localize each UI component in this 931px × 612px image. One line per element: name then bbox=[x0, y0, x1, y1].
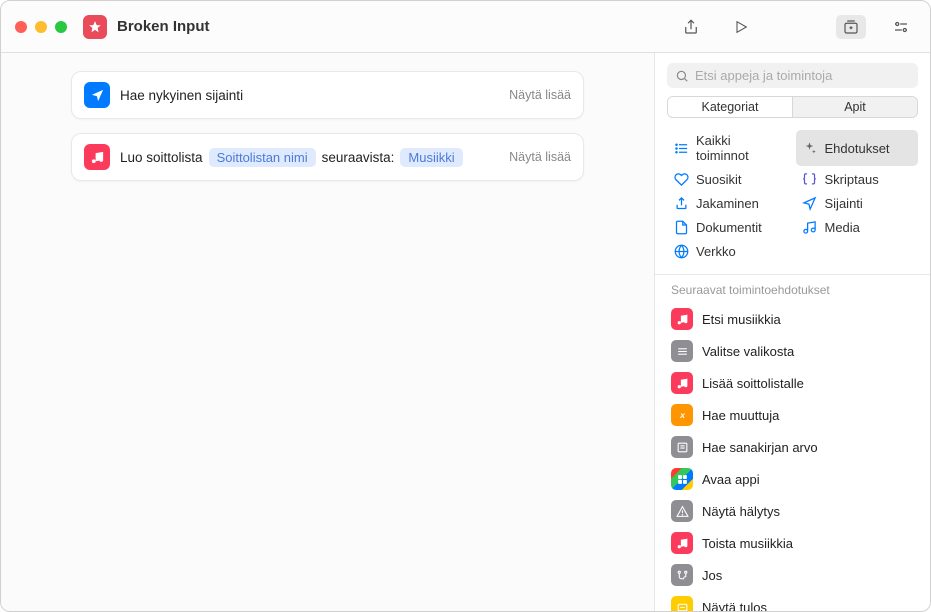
share-icon[interactable] bbox=[676, 15, 706, 39]
suggestion-lisää-soittolistalle[interactable]: Lisää soittolistalle bbox=[665, 367, 920, 399]
suggestion-etsi-musiikkia[interactable]: Etsi musiikkia bbox=[665, 303, 920, 335]
tab-apps[interactable]: Apit bbox=[793, 97, 917, 117]
heart-icon bbox=[673, 171, 689, 187]
suggestion-avaa-appi[interactable]: Avaa appi bbox=[665, 463, 920, 495]
action-connector: seuraavista: bbox=[322, 150, 395, 165]
library-toggle-icon[interactable] bbox=[836, 15, 866, 39]
search-input[interactable] bbox=[667, 63, 918, 88]
action-title: Hae nykyinen sijainti bbox=[120, 88, 243, 103]
suggestions-header: Seuraavat toimintoehdotukset bbox=[655, 283, 930, 303]
result-icon bbox=[671, 596, 693, 611]
category-dokumentit[interactable]: Dokumentit bbox=[667, 216, 790, 238]
category-label: Sijainti bbox=[825, 196, 863, 211]
category-label: Skriptaus bbox=[825, 172, 879, 187]
titlebar: Broken Input bbox=[1, 1, 930, 53]
apps-icon bbox=[671, 468, 693, 490]
category-label: Ehdotukset bbox=[825, 141, 890, 156]
category-label: Verkko bbox=[696, 244, 736, 259]
category-skriptaus[interactable]: Skriptaus bbox=[796, 168, 919, 190]
action-title: Luo soittolista bbox=[120, 150, 203, 165]
action-label: Luo soittolista Soittolistan nimi seuraa… bbox=[120, 148, 463, 167]
location-icon bbox=[802, 195, 818, 211]
suggestion-hae-sanakirjan-arvo[interactable]: Hae sanakirjan arvo bbox=[665, 431, 920, 463]
editor-canvas[interactable]: Hae nykyinen sijainti Näytä lisää Luo so… bbox=[1, 53, 655, 611]
suggestion-label: Hae sanakirjan arvo bbox=[702, 440, 818, 455]
category-label: Jakaminen bbox=[696, 196, 759, 211]
music-icon bbox=[84, 144, 110, 170]
shortcut-icon bbox=[83, 15, 107, 39]
suggestion-toista-musiikkia[interactable]: Toista musiikkia bbox=[665, 527, 920, 559]
action-get-current-location[interactable]: Hae nykyinen sijainti Näytä lisää bbox=[71, 71, 584, 119]
category-media[interactable]: Media bbox=[796, 216, 919, 238]
app-window: Broken Input Hae ny bbox=[0, 0, 931, 612]
maximize-window[interactable] bbox=[55, 21, 67, 33]
category-sijainti[interactable]: Sijainti bbox=[796, 192, 919, 214]
location-icon bbox=[84, 82, 110, 108]
segmented-control: Kategoriat Apit bbox=[667, 96, 918, 118]
web-icon bbox=[673, 243, 689, 259]
music-icon bbox=[671, 308, 693, 330]
music-icon bbox=[671, 532, 693, 554]
category-jakaminen[interactable]: Jakaminen bbox=[667, 192, 790, 214]
var-icon: x bbox=[671, 404, 693, 426]
music-icon bbox=[671, 372, 693, 394]
suggestion-label: Avaa appi bbox=[702, 472, 760, 487]
category-label: Suosikit bbox=[696, 172, 742, 187]
doc-icon bbox=[673, 219, 689, 235]
categories-grid: Kaikki toiminnot Ehdotukset Suosikit Skript… bbox=[655, 128, 930, 272]
divider bbox=[655, 274, 930, 275]
close-window[interactable] bbox=[15, 21, 27, 33]
category-suosikit[interactable]: Suosikit bbox=[667, 168, 790, 190]
suggestion-näytä-tulos[interactable]: Näytä tulos bbox=[665, 591, 920, 611]
window-title: Broken Input bbox=[117, 18, 210, 35]
category-label: Dokumentit bbox=[696, 220, 762, 235]
minimize-window[interactable] bbox=[35, 21, 47, 33]
category-label: Kaikki toiminnot bbox=[696, 133, 784, 163]
traffic-lights bbox=[15, 21, 67, 33]
category-kaikki-toiminnot[interactable]: Kaikki toiminnot bbox=[667, 130, 790, 166]
suggestion-näytä-hälytys[interactable]: Näytä hälytys bbox=[665, 495, 920, 527]
media-icon bbox=[802, 219, 818, 235]
run-icon[interactable] bbox=[726, 15, 756, 39]
suggestions-list: Etsi musiikkia Valitse valikosta Lisää soi… bbox=[655, 303, 930, 611]
category-label: Media bbox=[825, 220, 860, 235]
body: Hae nykyinen sijainti Näytä lisää Luo so… bbox=[1, 53, 930, 611]
category-verkko[interactable]: Verkko bbox=[667, 240, 790, 262]
menu-icon bbox=[671, 340, 693, 362]
suggestion-label: Näytä hälytys bbox=[702, 504, 780, 519]
suggestion-jos[interactable]: Jos bbox=[665, 559, 920, 591]
action-label: Hae nykyinen sijainti bbox=[120, 88, 243, 103]
branch-icon bbox=[671, 564, 693, 586]
tab-categories[interactable]: Kategoriat bbox=[668, 97, 793, 117]
alert-icon bbox=[671, 500, 693, 522]
action-create-playlist[interactable]: Luo soittolista Soittolistan nimi seuraa… bbox=[71, 133, 584, 181]
suggestion-label: Hae muuttuja bbox=[702, 408, 779, 423]
svg-text:x: x bbox=[679, 410, 686, 420]
suggestion-hae-muuttuja[interactable]: x Hae muuttuja bbox=[665, 399, 920, 431]
script-icon bbox=[802, 171, 818, 187]
show-more-button[interactable]: Näytä lisää bbox=[509, 88, 571, 102]
token-music[interactable]: Musiikki bbox=[400, 148, 462, 167]
actions-sidebar: Kategoriat Apit Kaikki toiminnot Ehdotuks… bbox=[655, 53, 930, 611]
suggestion-label: Etsi musiikkia bbox=[702, 312, 781, 327]
list-icon bbox=[673, 140, 689, 156]
suggestion-label: Jos bbox=[702, 568, 722, 583]
dict-icon bbox=[671, 436, 693, 458]
token-playlist-name[interactable]: Soittolistan nimi bbox=[209, 148, 316, 167]
sparkle-icon bbox=[802, 140, 818, 156]
category-ehdotukset[interactable]: Ehdotukset bbox=[796, 130, 919, 166]
suggestion-label: Näytä tulos bbox=[702, 600, 767, 611]
suggestion-label: Valitse valikosta bbox=[702, 344, 794, 359]
suggestion-valitse-valikosta[interactable]: Valitse valikosta bbox=[665, 335, 920, 367]
settings-icon[interactable] bbox=[886, 15, 916, 39]
show-more-button[interactable]: Näytä lisää bbox=[509, 150, 571, 164]
titlebar-actions bbox=[676, 15, 916, 39]
suggestion-label: Lisää soittolistalle bbox=[702, 376, 804, 391]
share-icon bbox=[673, 195, 689, 211]
suggestion-label: Toista musiikkia bbox=[702, 536, 793, 551]
